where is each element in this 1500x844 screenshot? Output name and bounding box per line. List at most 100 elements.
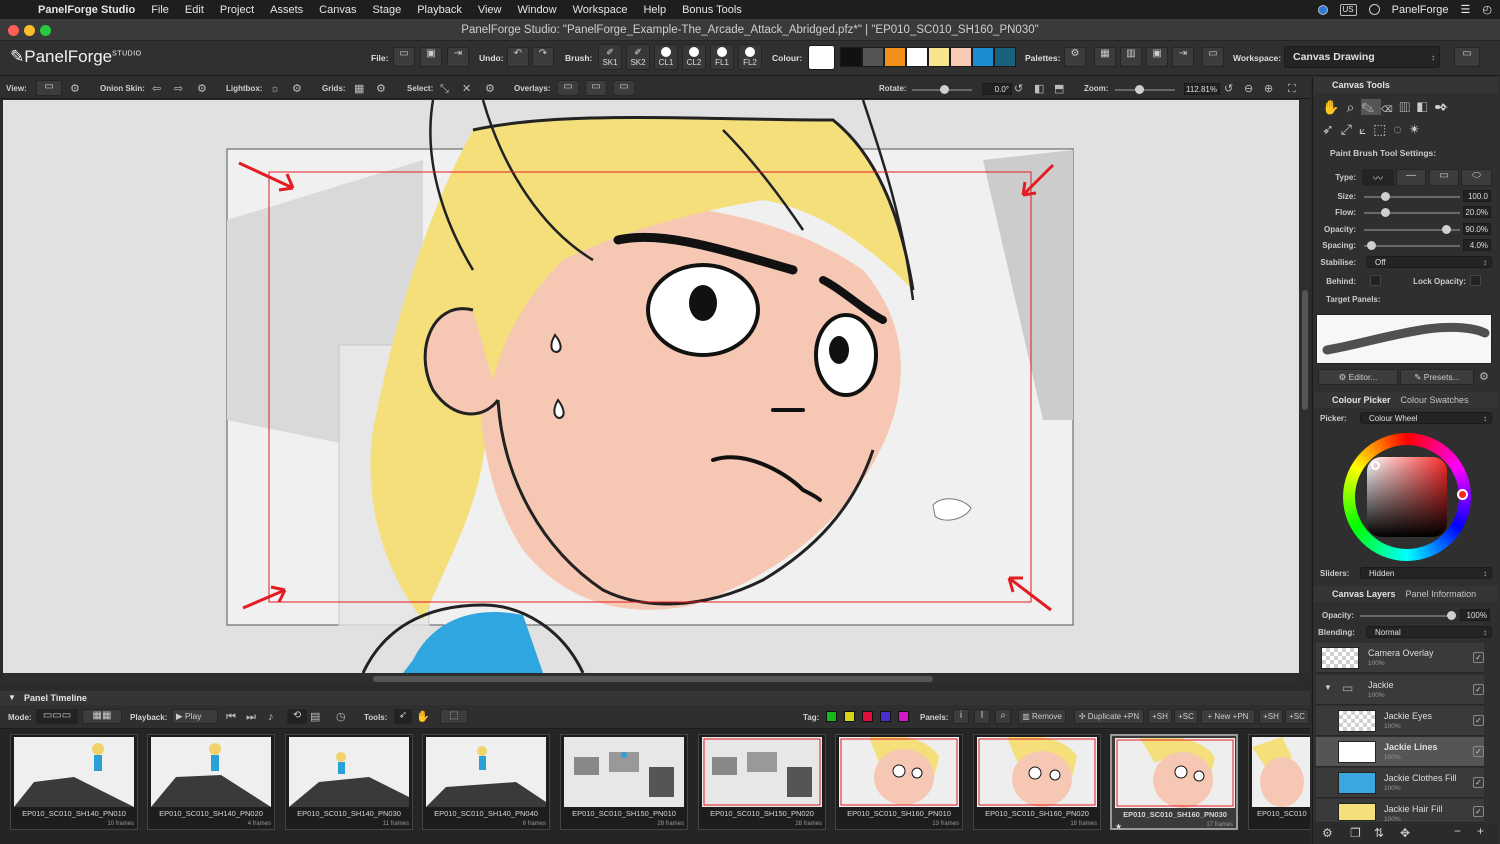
input-source-badge[interactable]: US	[1339, 3, 1357, 16]
brush-cl1-button[interactable]: CL1	[654, 44, 678, 70]
rotate-slider[interactable]	[912, 85, 972, 94]
brush-sk1-button[interactable]: ✐ SK1	[598, 44, 622, 70]
type-freehand-button[interactable]: 〰	[1362, 169, 1394, 186]
menu-view[interactable]: View	[470, 4, 510, 16]
palette-swatch-1[interactable]	[840, 47, 862, 67]
magic-wand-tool-icon[interactable]: ✴	[1409, 121, 1428, 137]
flow-slider[interactable]	[1364, 208, 1460, 217]
layer-visibility-checkbox[interactable]: ✓	[1473, 715, 1484, 726]
fit-to-screen-icon[interactable]: ⛶	[1288, 82, 1296, 96]
loop-button[interactable]: ⟲	[287, 709, 307, 724]
mode-grid-button[interactable]: ▦▦	[82, 709, 122, 724]
zoom-in-icon[interactable]: ⊕	[1264, 82, 1273, 96]
zoom-tool-icon[interactable]: ⌕	[1346, 99, 1361, 115]
skip-back-icon[interactable]: ⏮	[226, 710, 236, 724]
layer-opacity-knob[interactable]	[1447, 611, 1456, 620]
sliders-select[interactable]: Hidden	[1360, 567, 1492, 579]
opacity-slider[interactable]	[1364, 225, 1460, 234]
rotate-value[interactable]: 0.0°	[982, 83, 1012, 95]
onion-next-icon[interactable]: ⇨	[174, 82, 183, 96]
merge-layer-icon[interactable]: ⇅	[1374, 826, 1384, 840]
tag-yellow-button[interactable]	[844, 711, 855, 722]
workspace-select[interactable]: Canvas Drawing	[1284, 46, 1440, 68]
palette-export-button[interactable]: ⇥	[1172, 47, 1194, 67]
menu-assets[interactable]: Assets	[262, 4, 311, 16]
brush-cl2-button[interactable]: CL2	[682, 44, 706, 70]
timeline-epic-button[interactable]: ⬚	[440, 709, 468, 724]
overlay-frame-button[interactable]: ▭	[585, 80, 607, 96]
pointer-tool-icon[interactable]: ➶	[1322, 121, 1341, 137]
brush-fl2-button[interactable]: FL2	[738, 44, 762, 70]
flow-value[interactable]: 20.0%	[1463, 206, 1491, 218]
collapse-arrow-icon[interactable]: ▼	[8, 691, 16, 705]
rect-select-tool-icon[interactable]: ⬚	[1373, 121, 1393, 137]
menu-stage[interactable]: Stage	[364, 4, 409, 16]
play-button[interactable]: ▶ Play	[172, 709, 218, 724]
duplicate-sc-button[interactable]: +SC	[1174, 709, 1198, 724]
collapse-arrow-icon[interactable]: ▼	[1324, 683, 1332, 692]
timer-icon[interactable]: ◷	[336, 710, 346, 724]
panel-timeline-header[interactable]: ▼ Panel Timeline	[0, 691, 1310, 705]
menu-playback[interactable]: Playback	[409, 4, 470, 16]
menu-window[interactable]: Window	[510, 4, 565, 16]
select-clear-icon[interactable]: ✕	[462, 82, 471, 96]
palette-import-button[interactable]: ▣	[1146, 47, 1168, 67]
layer-group-jackie[interactable]: ▼ ▭ Jackie 100%	[1316, 675, 1484, 705]
lightbox-bulb-icon[interactable]: ☼	[270, 82, 280, 96]
layer-visibility-checkbox[interactable]: ✓	[1473, 684, 1484, 695]
gradient-tool-icon[interactable]: ◧	[1417, 99, 1435, 115]
palette-swatch-2[interactable]	[862, 47, 884, 67]
hand-tool-icon[interactable]: ✋	[1322, 99, 1346, 115]
tag-red-button[interactable]	[862, 711, 873, 722]
menu-file[interactable]: File	[143, 4, 177, 16]
palette-swatch-7[interactable]	[972, 47, 994, 67]
stabilise-select[interactable]: Off	[1366, 256, 1492, 268]
timeline-panel-selected[interactable]: EP010_SC010_SH160_PN030 ★ 17 frames	[1110, 734, 1238, 831]
overlay-epic-button[interactable]: ▭	[557, 80, 579, 96]
menu-help[interactable]: Help	[635, 4, 674, 16]
spacing-value[interactable]: 4.0%	[1463, 239, 1491, 251]
reset-zoom-icon[interactable]: ↺	[1224, 82, 1233, 96]
grid-icon[interactable]: ▦	[354, 82, 364, 96]
layer-jackie-eyes[interactable]: Jackie Eyes 100%	[1316, 706, 1484, 736]
brush-fl1-button[interactable]: FL1	[710, 44, 734, 70]
brush-sk2-button[interactable]: ✐ SK2	[626, 44, 650, 70]
redo-button[interactable]: ↷	[532, 47, 554, 67]
layer-opacity-slider[interactable]	[1360, 611, 1456, 620]
panel-information-tab[interactable]: Panel Information	[1406, 589, 1477, 599]
timeline-panel[interactable]: EP010_SC010_SH140_PN040 6 frames	[422, 734, 550, 830]
range-icon[interactable]: ▤	[310, 710, 320, 724]
palette-swatch-3[interactable]	[884, 47, 906, 67]
control-center-icon[interactable]: ☰	[1461, 3, 1471, 16]
layer-jackie-hair-fill[interactable]: Jackie Hair Fill 100%	[1316, 799, 1484, 823]
opacity-value[interactable]: 90.0%	[1463, 223, 1491, 235]
new-sc-button[interactable]: +SC	[1285, 709, 1309, 724]
lock-opacity-checkbox[interactable]	[1470, 275, 1481, 286]
zoom-slider[interactable]	[1115, 85, 1175, 94]
vertical-scroll-thumb[interactable]	[1302, 290, 1308, 410]
brush-settings-gear-icon[interactable]: ⚙	[1479, 370, 1489, 384]
save-file-button[interactable]: ▣	[420, 47, 442, 67]
horizontal-scroll-thumb[interactable]	[373, 676, 933, 682]
menu-edit[interactable]: Edit	[177, 4, 212, 16]
size-slider[interactable]	[1364, 192, 1460, 201]
canvas-vertical-scrollbar[interactable]	[1300, 100, 1310, 673]
brush-tool-icon[interactable]: ✎	[1361, 99, 1382, 115]
colour-picker-tab[interactable]: Colour Picker	[1332, 395, 1391, 405]
overlay-safe-button[interactable]: ▭	[613, 80, 635, 96]
palette-delete-button[interactable]: ▥	[1120, 47, 1142, 67]
timeline-panel[interactable]: EP010_SC010	[1248, 734, 1310, 830]
panel-search-button[interactable]: ⌕	[995, 709, 1011, 724]
palette-swatch-5[interactable]	[928, 47, 950, 67]
palette-grid-button[interactable]: ▦	[1094, 47, 1116, 67]
menu-app-name[interactable]: PanelForge Studio	[30, 4, 143, 16]
colour-wheel[interactable]	[1343, 433, 1471, 561]
timeline-pointer-button[interactable]: ➶	[394, 709, 412, 724]
timeline-panel[interactable]: EP010_SC010_SH160_PN020 18 frames	[973, 734, 1101, 830]
transform-tool-icon[interactable]: ⤢	[1341, 121, 1359, 137]
move-layer-icon[interactable]: ✥	[1400, 826, 1410, 840]
view-settings-gear-icon[interactable]: ⚙	[70, 82, 80, 96]
flip-vertical-icon[interactable]: ⬒	[1054, 82, 1064, 96]
new-panel-button[interactable]: + New +PN	[1201, 709, 1255, 724]
panel-toggle-button[interactable]: ▭	[1202, 47, 1224, 67]
